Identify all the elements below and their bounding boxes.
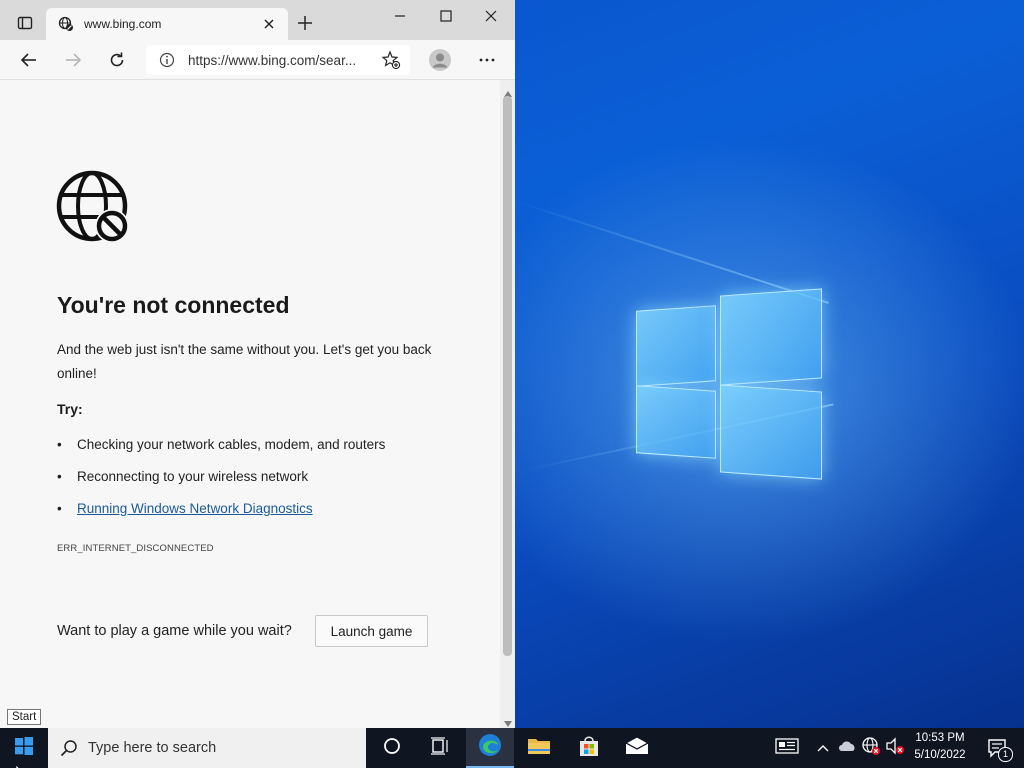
cortana-button[interactable] [370, 728, 414, 768]
taskbar-mail-button[interactable] [614, 728, 660, 768]
store-bag-icon [578, 735, 600, 762]
add-favorite-icon[interactable] [379, 49, 403, 71]
new-tab-icon[interactable] [294, 12, 316, 34]
windows-start-icon [15, 736, 33, 760]
suggestion-item: • Running Windows Network Diagnostics [57, 501, 313, 516]
start-button[interactable] [0, 728, 48, 768]
cortana-icon [383, 737, 401, 760]
offline-favicon-icon [58, 16, 74, 37]
news-icon [775, 737, 799, 759]
url-text: https://www.bing.com/sear... [188, 53, 357, 68]
maximize-icon[interactable] [435, 5, 457, 27]
back-icon[interactable] [17, 49, 41, 71]
search-icon [60, 739, 78, 762]
volume-muted-icon [885, 736, 905, 760]
info-icon[interactable] [159, 52, 175, 73]
game-prompt: Want to play a game while you wait? [57, 623, 292, 639]
windows-logo-wallpaper [636, 288, 822, 480]
refresh-icon[interactable] [105, 49, 129, 71]
edge-icon [477, 732, 503, 763]
taskbar-edge-button[interactable] [466, 728, 514, 768]
clock-date: 5/10/2022 [914, 749, 966, 761]
clock-time: 10:53 PM [915, 732, 965, 744]
scrollbar-thumb[interactable] [503, 96, 512, 656]
search-placeholder: Type here to search [88, 740, 217, 756]
taskbar-store-button[interactable] [566, 728, 612, 768]
tab-bar: www.bing.com [0, 0, 515, 40]
forward-icon[interactable] [61, 49, 85, 71]
task-view-icon [430, 736, 450, 760]
onedrive-button[interactable] [836, 728, 858, 768]
network-diagnostics-link[interactable]: Running Windows Network Diagnostics [77, 501, 313, 516]
error-description: And the web just isn't the same without … [57, 342, 432, 381]
edge-browser-window: www.bing.com https://www.bing.com/sear..… [0, 0, 515, 728]
taskbar-file-explorer-button[interactable] [516, 728, 562, 768]
launch-game-button[interactable]: Launch game [315, 615, 428, 647]
taskbar: Type here to search 10:53 PM 5/10/2022 1 [0, 728, 1024, 768]
action-center-button[interactable]: 1 [980, 728, 1016, 768]
page-content: You're not connected And the web just is… [0, 80, 500, 728]
system-clock[interactable]: 10:53 PM 5/10/2022 [908, 730, 972, 764]
suggestion-text: Reconnecting to your wireless network [77, 469, 309, 484]
error-heading: You're not connected [57, 292, 290, 318]
network-disconnected-icon [861, 736, 881, 761]
notification-icon: 1 [987, 737, 1013, 762]
tab-title: www.bing.com [84, 17, 162, 31]
suggestion-item: • Reconnecting to your wireless network [57, 469, 309, 484]
chevron-up-icon [817, 739, 829, 757]
navigation-bar: https://www.bing.com/sear... [0, 40, 515, 80]
suggestion-text: Checking your network cables, modem, and… [77, 437, 386, 452]
browser-tab[interactable]: www.bing.com [46, 8, 288, 40]
vertical-scrollbar[interactable] [500, 80, 515, 728]
minimize-icon[interactable] [389, 5, 411, 27]
news-widget-button[interactable] [772, 728, 802, 768]
more-icon[interactable] [475, 49, 499, 71]
close-icon[interactable] [480, 5, 502, 27]
task-view-button[interactable] [418, 728, 462, 768]
cloud-icon [838, 739, 856, 757]
start-tooltip: Start [7, 709, 42, 725]
notification-count-badge: 1 [998, 747, 1013, 762]
volume-button[interactable] [884, 728, 906, 768]
light-beam [514, 200, 829, 304]
show-hidden-icons-button[interactable] [812, 728, 834, 768]
network-status-button[interactable] [860, 728, 882, 768]
taskbar-search-box[interactable]: Type here to search [48, 728, 366, 768]
tab-actions-icon[interactable] [14, 12, 36, 34]
try-label: Try: [57, 401, 83, 417]
error-code: ERR_INTERNET_DISCONNECTED [57, 543, 214, 554]
close-tab-icon[interactable] [262, 17, 276, 36]
suggestion-item: • Checking your network cables, modem, an… [57, 437, 386, 452]
profile-icon[interactable] [427, 47, 453, 73]
mouse-cursor-icon [15, 760, 24, 768]
no-connection-globe-icon [56, 170, 132, 251]
folder-icon [527, 736, 551, 761]
address-bar[interactable]: https://www.bing.com/sear... [146, 45, 410, 75]
mail-icon [624, 735, 650, 760]
